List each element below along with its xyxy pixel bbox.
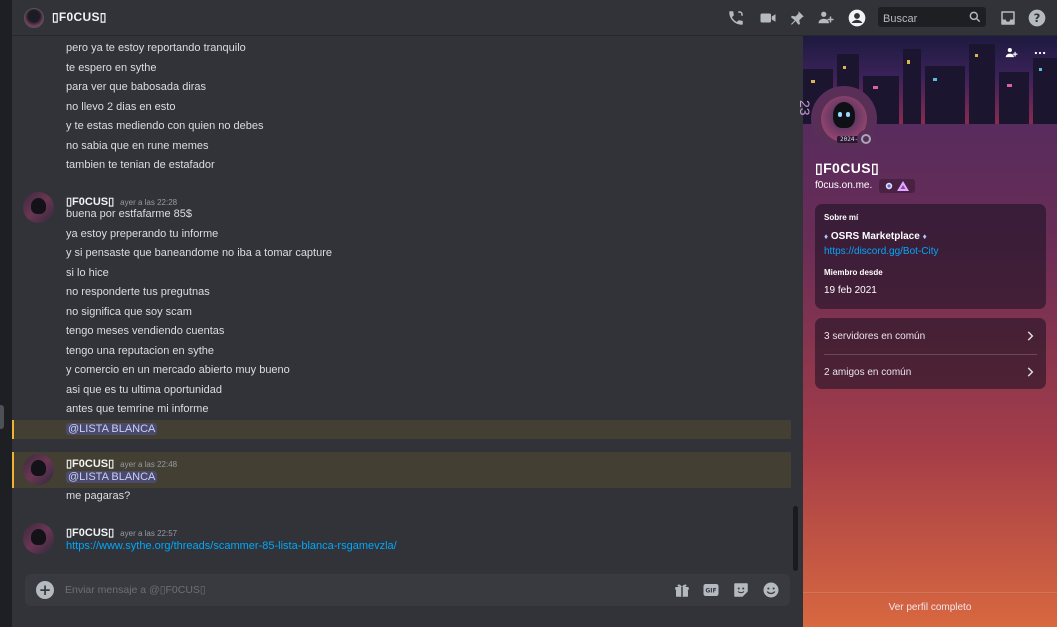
timestamp: ayer a las 22:48 — [120, 460, 178, 469]
mutuals-card: 3 servidores en común 2 amigos en común — [815, 318, 1046, 389]
add-friends-icon[interactable] — [816, 8, 836, 28]
about-card: Sobre mí ♦ OSRS Marketplace ♦ https://di… — [815, 204, 1046, 309]
message-line: tambien te tenian de estafador — [66, 159, 215, 171]
mutual-friends-row[interactable]: 2 amigos en común — [824, 363, 1037, 381]
message-line: te espero en sythe — [66, 62, 157, 74]
message-line: ya estoy preperando tu informe — [66, 228, 219, 240]
about-link[interactable]: https://discord.gg/Bot-City — [824, 246, 939, 257]
message-header: ▯F0CUS▯ ayer a las 22:57 — [66, 523, 177, 541]
message-line: tengo meses vendiendo cuentas — [66, 325, 225, 337]
message-link[interactable]: https://www.sythe.org/threads/scammer-85… — [66, 540, 397, 552]
message-line: para ver que babosada diras — [66, 81, 207, 93]
message-line: y si pensaste que baneandome no iba a to… — [66, 247, 333, 259]
author-name[interactable]: ▯F0CUS▯ — [66, 527, 114, 539]
message-composer: + GIF — [25, 574, 790, 606]
gif-icon[interactable]: GIF — [702, 581, 720, 599]
user-mention[interactable]: @LISTA BLANCA — [66, 423, 158, 435]
gift-icon[interactable] — [673, 581, 691, 599]
timestamp: ayer a las 22:57 — [120, 529, 178, 538]
message-line: antes que temrine mi informe — [66, 403, 209, 415]
chat-scrollbar[interactable] — [793, 506, 798, 571]
about-label: Sobre mí — [824, 213, 859, 222]
message-line: no significa que soy scam — [66, 306, 192, 318]
profile-display-name: ▯F0CUS▯ — [815, 160, 880, 176]
about-title: ♦ OSRS Marketplace ♦ — [824, 231, 927, 242]
call-icon[interactable] — [726, 8, 746, 28]
avatar[interactable] — [23, 454, 54, 485]
more-options-icon[interactable] — [1033, 46, 1047, 60]
help-icon[interactable]: ? — [1027, 8, 1047, 28]
message-line: y te estas mediendo con quien no debes — [66, 120, 264, 132]
gem-icon: ♦ — [922, 232, 927, 241]
profile-badges[interactable] — [879, 179, 915, 193]
message-list[interactable]: pero ya te estoy reportando tranquilo te… — [12, 36, 803, 571]
user-mention[interactable]: @LISTA BLANCA — [66, 471, 158, 483]
mutual-friends-label: 2 amigos en común — [824, 366, 912, 378]
avatar[interactable] — [23, 523, 54, 554]
message-line: y comercio en un mercado abierto muy bue… — [66, 364, 290, 376]
author-name[interactable]: ▯F0CUS▯ — [66, 196, 114, 208]
message-line: me pagaras? — [66, 490, 131, 502]
member-since-label: Miembro desde — [824, 268, 883, 277]
message-line: asi que es tu ultima oportunidad — [66, 384, 222, 396]
server-sidebar-edge — [0, 0, 12, 627]
message-line: si lo hice — [66, 267, 109, 279]
search-icon — [969, 11, 981, 23]
profile-panel: 23 2024-1 ▯F0CUS▯ f0cus.on.me. Sobre mí … — [797, 36, 1057, 627]
discord-window: ▯F0CUS▯ ? pero ya te estoy reportando tr… — [0, 0, 1057, 627]
message-line: @LISTA BLANCA — [66, 423, 158, 435]
message-line: no llevo 2 dias en esto — [66, 101, 176, 113]
dot-badge-icon — [885, 182, 893, 190]
message-line: no responderte tus pregutnas — [66, 286, 210, 298]
profile-toggle-icon[interactable] — [847, 8, 867, 28]
message-line: no sabia que en rune memes — [66, 140, 209, 152]
pin-icon[interactable] — [787, 8, 807, 28]
mutual-servers-row[interactable]: 3 servidores en común — [824, 327, 1037, 345]
avatar-badge-number: 23 — [797, 100, 813, 116]
member-since-date: 19 feb 2021 — [824, 285, 877, 296]
status-offline-icon — [857, 130, 875, 148]
message-line: tengo una reputacion en sythe — [66, 345, 215, 357]
svg-text:?: ? — [1034, 11, 1041, 25]
message-header: ▯F0CUS▯ ayer a las 22:48 — [66, 454, 177, 472]
author-name[interactable]: ▯F0CUS▯ — [66, 458, 114, 470]
video-icon[interactable] — [758, 8, 778, 28]
chevron-right-icon — [1027, 367, 1034, 377]
inbox-icon[interactable] — [998, 8, 1018, 28]
header-avatar[interactable] — [24, 8, 44, 28]
message-line: pero ya te estoy reportando tranquilo — [66, 42, 246, 54]
timestamp: ayer a las 22:28 — [120, 198, 178, 207]
message-line: @LISTA BLANCA — [66, 471, 158, 483]
triangle-badge-icon — [897, 181, 909, 191]
view-full-profile-link[interactable]: Ver perfil completo — [803, 602, 1057, 613]
sticker-icon[interactable] — [732, 581, 750, 599]
dm-title: ▯F0CUS▯ — [52, 10, 107, 24]
search-box[interactable] — [878, 7, 986, 29]
avatar[interactable] — [23, 192, 54, 223]
channel-header: ▯F0CUS▯ ? — [12, 0, 1057, 36]
add-attachment-icon[interactable]: + — [36, 581, 54, 599]
profile-username[interactable]: f0cus.on.me. — [815, 180, 872, 191]
emoji-icon[interactable] — [762, 581, 780, 599]
message-input[interactable] — [65, 574, 625, 606]
svg-text:GIF: GIF — [705, 588, 716, 595]
sidebar-pill — [0, 405, 4, 429]
divider — [824, 354, 1037, 355]
chevron-right-icon — [1027, 331, 1034, 341]
mutual-servers-label: 3 servidores en común — [824, 330, 926, 342]
add-friend-icon[interactable] — [1004, 46, 1018, 60]
message-line: buena por estfafarme 85$ — [66, 208, 192, 220]
gem-icon: ♦ — [824, 232, 829, 241]
divider — [803, 592, 1057, 593]
